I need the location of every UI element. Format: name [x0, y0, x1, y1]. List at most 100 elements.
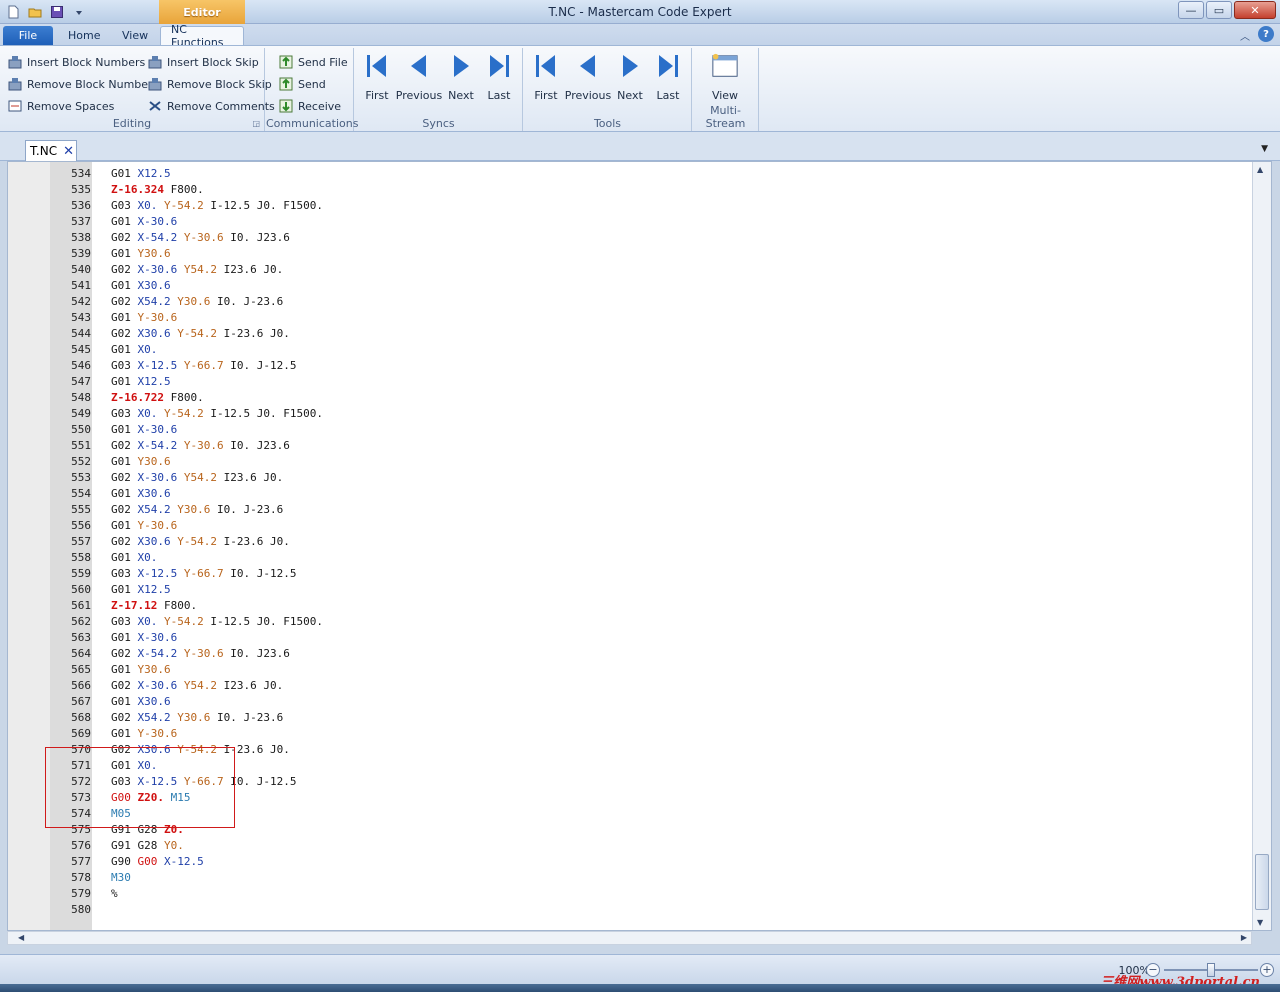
code-line[interactable]: 558 G01 X0. — [8, 550, 1253, 566]
insert-block-skip-button[interactable]: Insert Block Skip — [147, 52, 259, 72]
code-line[interactable]: 541 G01 X30.6 — [8, 278, 1253, 294]
minimize-button[interactable]: — — [1178, 1, 1204, 19]
code-line[interactable]: 548 Z-16.722 F800. — [8, 390, 1253, 406]
code-line[interactable]: 572 G03 X-12.5 Y-66.7 I0. J-12.5 — [8, 774, 1253, 790]
code-line[interactable]: 534 G01 X12.5 — [8, 166, 1253, 182]
code-line[interactable]: 549 G03 X0. Y-54.2 I-12.5 J0. F1500. — [8, 406, 1253, 422]
remove-block-skip-icon — [147, 76, 163, 92]
zoom-in-button[interactable]: + — [1260, 963, 1274, 977]
syncs-next-button[interactable]: Next — [441, 52, 481, 102]
remove-comments-icon — [147, 98, 163, 114]
syncs-previous-button[interactable]: Previous — [396, 52, 442, 102]
editing-dialog-launcher-icon[interactable]: ◲ — [252, 119, 260, 128]
close-button[interactable]: ✕ — [1234, 1, 1276, 19]
horizontal-scrollbar[interactable]: ◀ ▶ — [7, 931, 1252, 945]
code-line[interactable]: 579% — [8, 886, 1253, 902]
vertical-scroll-thumb[interactable] — [1255, 854, 1269, 910]
code-line[interactable]: 562 G03 X0. Y-54.2 I-12.5 J0. F1500. — [8, 614, 1253, 630]
code-line[interactable]: 543 G01 Y-30.6 — [8, 310, 1253, 326]
line-number: 548 — [71, 391, 91, 404]
code-line[interactable]: 556 G01 Y-30.6 — [8, 518, 1253, 534]
vertical-scrollbar[interactable]: ▲ ▼ — [1252, 162, 1271, 930]
code-editor[interactable]: 534 G01 X12.5 535 Z-16.324 F800. 536 G03 X0. … — [7, 161, 1272, 931]
code-line[interactable]: 574 M05 — [8, 806, 1253, 822]
maximize-button[interactable]: ▭ — [1206, 1, 1232, 19]
tools-previous-button[interactable]: Previous — [565, 52, 611, 102]
code-line[interactable]: 570 G02 X30.6 Y-54.2 I-23.6 J0. — [8, 742, 1253, 758]
code-text: G01 X0. — [111, 758, 157, 774]
insert-block-numbers-label: Insert Block Numbers — [27, 55, 146, 69]
code-line[interactable]: 540 G02 X-30.6 Y54.2 I23.6 J0. — [8, 262, 1253, 278]
tab-home[interactable]: Home — [58, 26, 110, 45]
tools-last-button[interactable]: Last — [648, 52, 688, 102]
code-token: G02 — [111, 327, 138, 340]
code-line[interactable]: 564 G02 X-54.2 Y-30.6 I0. J23.6 — [8, 646, 1253, 662]
document-list-dropdown-icon[interactable]: ▼ — [1261, 144, 1268, 154]
code-line[interactable]: 575 G91 G28 Z0. — [8, 822, 1253, 838]
code-line[interactable]: 568 G02 X54.2 Y30.6 I0. J-23.6 — [8, 710, 1253, 726]
code-line[interactable]: 577 G90 G00 X-12.5 — [8, 854, 1253, 870]
document-tab[interactable]: T.NC ✕ — [25, 140, 77, 161]
code-line[interactable]: 554 G01 X30.6 — [8, 486, 1253, 502]
scroll-right-icon[interactable]: ▶ — [1241, 933, 1247, 942]
code-text: G01 X30.6 — [111, 694, 171, 710]
code-line[interactable]: 567 G01 X30.6 — [8, 694, 1253, 710]
multistream-view-button[interactable]: View — [705, 52, 745, 102]
send-file-button[interactable]: Send File — [278, 52, 348, 72]
code-line[interactable]: 551 G02 X-54.2 Y-30.6 I0. J23.6 — [8, 438, 1253, 454]
scroll-up-icon[interactable]: ▲ — [1257, 165, 1263, 174]
tools-first-button[interactable]: First — [526, 52, 566, 102]
code-line[interactable]: 538 G02 X-54.2 Y-30.6 I0. J23.6 — [8, 230, 1253, 246]
code-line[interactable]: 552 G01 Y30.6 — [8, 454, 1253, 470]
code-token: G01 — [111, 167, 138, 180]
code-line[interactable]: 578 M30 — [8, 870, 1253, 886]
scroll-left-icon[interactable]: ◀ — [18, 933, 24, 942]
remove-comments-button[interactable]: Remove Comments — [147, 96, 275, 116]
code-line[interactable]: 557 G02 X30.6 Y-54.2 I-23.6 J0. — [8, 534, 1253, 550]
tab-view[interactable]: View — [112, 26, 158, 45]
code-line[interactable]: 573 G00 Z20. M15 — [8, 790, 1253, 806]
line-number: 543 — [71, 311, 91, 324]
code-line[interactable]: 545 G01 X0. — [8, 342, 1253, 358]
code-line[interactable]: 563 G01 X-30.6 — [8, 630, 1253, 646]
syncs-last-button[interactable]: Last — [479, 52, 519, 102]
code-line[interactable]: 535 Z-16.324 F800. — [8, 182, 1253, 198]
tab-nc-functions[interactable]: NC Functions — [160, 23, 244, 49]
code-line[interactable]: 559 G03 X-12.5 Y-66.7 I0. J-12.5 — [8, 566, 1253, 582]
code-line[interactable]: 569 G01 Y-30.6 — [8, 726, 1253, 742]
code-token: G02 — [111, 471, 138, 484]
tab-file[interactable]: File — [3, 26, 53, 45]
code-line[interactable]: 561 Z-17.12 F800. — [8, 598, 1253, 614]
code-line[interactable]: 536 G03 X0. Y-54.2 I-12.5 J0. F1500. — [8, 198, 1253, 214]
code-line[interactable]: 576 G91 G28 Y0. — [8, 838, 1253, 854]
code-line[interactable]: 542 G02 X54.2 Y30.6 I0. J-23.6 — [8, 294, 1253, 310]
code-line[interactable]: 566 G02 X-30.6 Y54.2 I23.6 J0. — [8, 678, 1253, 694]
code-line[interactable]: 565 G01 Y30.6 — [8, 662, 1253, 678]
code-line[interactable]: 555 G02 X54.2 Y30.6 I0. J-23.6 — [8, 502, 1253, 518]
send-button[interactable]: Send — [278, 74, 326, 94]
code-line[interactable]: 544 G02 X30.6 Y-54.2 I-23.6 J0. — [8, 326, 1253, 342]
code-line[interactable]: 537 G01 X-30.6 — [8, 214, 1253, 230]
scroll-down-icon[interactable]: ▼ — [1257, 918, 1263, 927]
code-line[interactable]: 547 G01 X12.5 — [8, 374, 1253, 390]
code-line[interactable]: 546 G03 X-12.5 Y-66.7 I0. J-12.5 — [8, 358, 1253, 374]
code-line[interactable]: 553 G02 X-30.6 Y54.2 I23.6 J0. — [8, 470, 1253, 486]
minimize-ribbon-icon[interactable]: ︿ — [1240, 28, 1250, 43]
receive-button[interactable]: Receive — [278, 96, 341, 116]
remove-spaces-button[interactable]: Remove Spaces — [7, 96, 114, 116]
code-token: X30.6 — [137, 743, 178, 756]
code-line[interactable]: 571 G01 X0. — [8, 758, 1253, 774]
remove-block-skip-button[interactable]: Remove Block Skip — [147, 74, 272, 94]
code-line[interactable]: 580 — [8, 902, 1253, 918]
remove-block-numbers-button[interactable]: Remove Block Numbers — [7, 74, 158, 94]
group-label-tools: Tools — [593, 117, 622, 130]
code-line[interactable]: 560 G01 X12.5 — [8, 582, 1253, 598]
tools-next-button[interactable]: Next — [610, 52, 650, 102]
line-number: 534 — [71, 167, 91, 180]
code-line[interactable]: 539 G01 Y30.6 — [8, 246, 1253, 262]
close-tab-icon[interactable]: ✕ — [63, 144, 74, 159]
code-line[interactable]: 550 G01 X-30.6 — [8, 422, 1253, 438]
syncs-first-button[interactable]: First — [357, 52, 397, 102]
insert-block-numbers-button[interactable]: Insert Block Numbers — [7, 52, 145, 72]
help-icon[interactable]: ? — [1258, 26, 1274, 42]
